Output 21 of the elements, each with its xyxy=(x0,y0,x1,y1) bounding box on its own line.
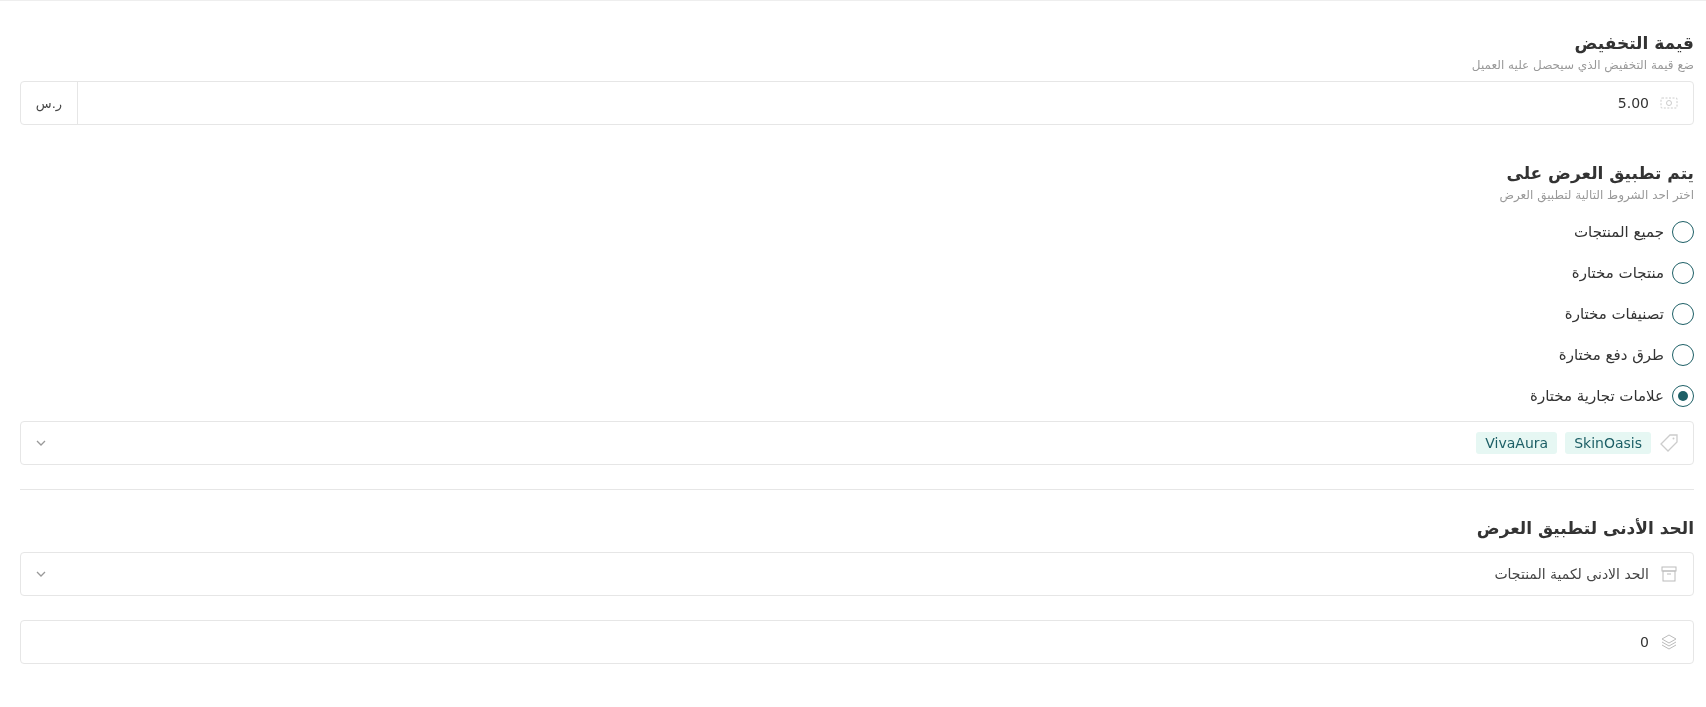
section-title: يتم تطبيق العرض على xyxy=(1506,162,1694,185)
currency-unit: ر.س xyxy=(21,82,78,124)
radio-label[interactable]: تصنيفات مختارة xyxy=(1564,304,1664,324)
section-hint: ضع قيمة التخفيض الذي سيحصل عليه العميل xyxy=(1471,57,1694,73)
section-title: قيمة التخفيض xyxy=(1574,32,1694,55)
minimum-select[interactable]: الحد الادنى لكمية المنتجات xyxy=(20,552,1694,596)
box-icon xyxy=(1659,564,1679,584)
radio-label[interactable]: طرق دفع مختارة xyxy=(1558,345,1664,365)
radio-label[interactable]: جميع المنتجات xyxy=(1573,222,1664,242)
layers-icon xyxy=(1659,632,1679,652)
section-hint: اختر احد الشروط التالية لتطبيق العرض xyxy=(1499,187,1694,203)
quantity-field[interactable]: 0 xyxy=(20,620,1694,664)
brand-tag[interactable]: SkinOasis xyxy=(1565,432,1651,454)
amount-input[interactable]: 5.00 xyxy=(92,95,1649,111)
tag-icon xyxy=(1659,433,1679,453)
section-title: الحد الأدنى لتطبيق العرض xyxy=(1476,517,1694,540)
brand-tag[interactable]: VivaAura xyxy=(1476,432,1558,454)
select-value: الحد الادنى لكمية المنتجات xyxy=(1494,566,1649,582)
quantity-input[interactable]: 0 xyxy=(35,634,1649,650)
radio-label[interactable]: علامات تجارية مختارة xyxy=(1530,386,1664,406)
radio-label[interactable]: منتجات مختارة xyxy=(1571,263,1664,283)
